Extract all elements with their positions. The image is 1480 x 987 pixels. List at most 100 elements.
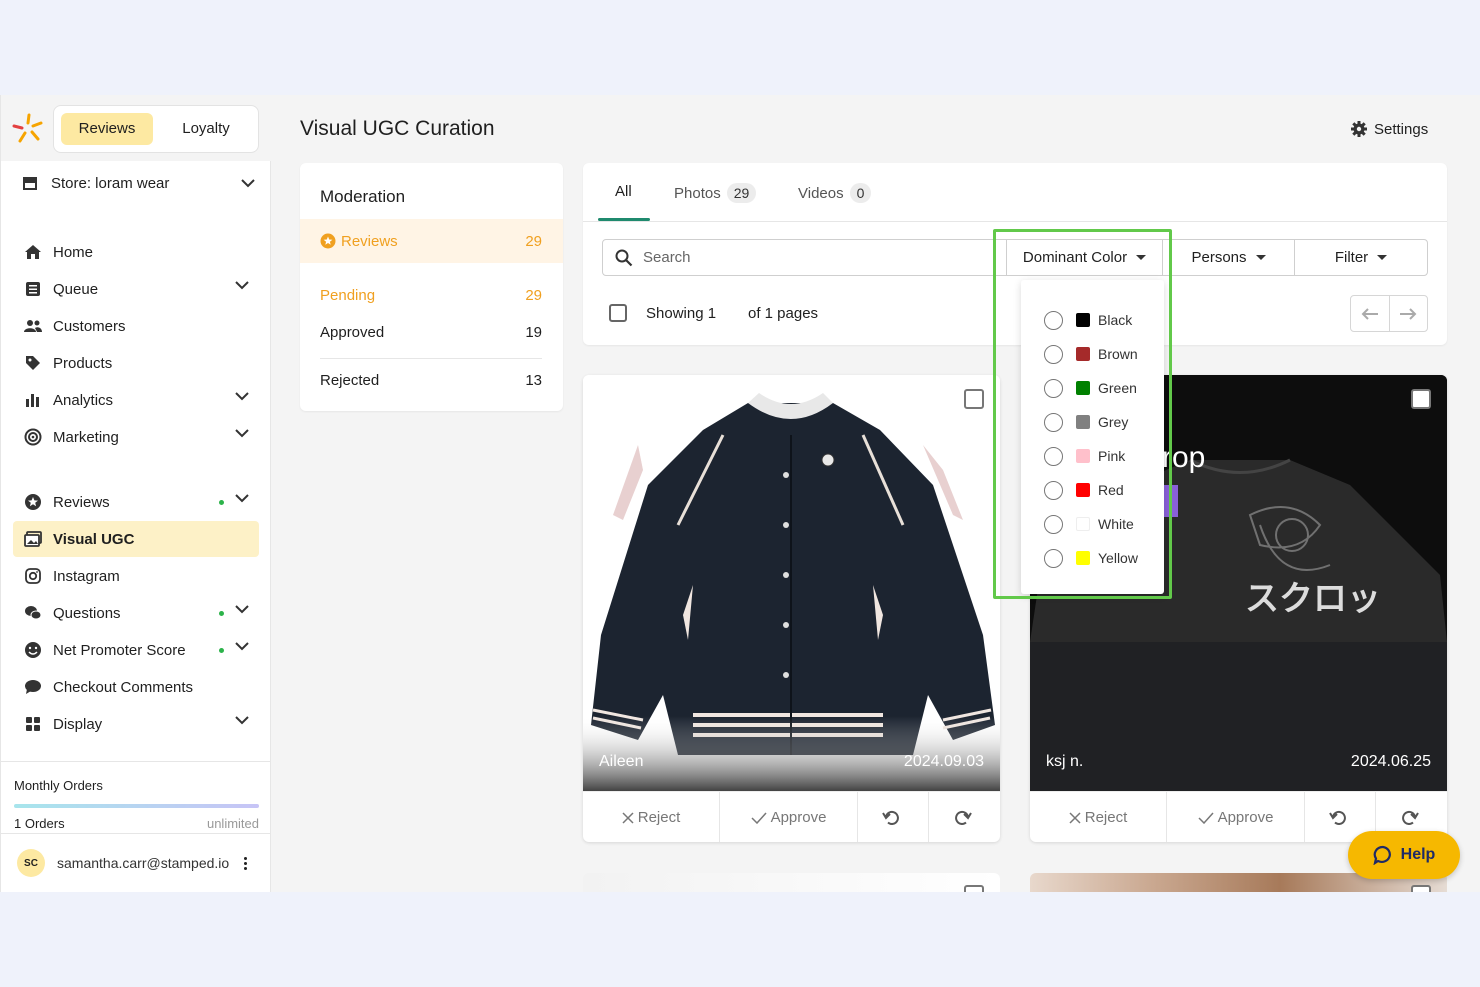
status-dot (219, 611, 224, 616)
redo-button[interactable] (929, 792, 1000, 842)
help-label: Help (1400, 846, 1436, 863)
color-swatch (1076, 381, 1090, 395)
radio-button[interactable] (1044, 344, 1063, 364)
card-select-checkbox[interactable] (964, 885, 984, 892)
color-option-green[interactable]: Green (1021, 373, 1164, 403)
radio-button[interactable] (1044, 514, 1063, 534)
user-account: SC samantha.carr@stamped.io (1, 833, 271, 892)
chevron-down-icon[interactable] (235, 281, 249, 290)
chevron-down-icon[interactable] (235, 605, 249, 614)
reject-button[interactable]: Reject (1030, 792, 1167, 842)
orders-limit: unlimited (206, 816, 259, 831)
sidebar-item-reviews[interactable]: Reviews (13, 484, 259, 520)
close-icon (622, 811, 634, 824)
chevron-down-icon[interactable] (235, 429, 249, 438)
tab-all-label: All (615, 183, 632, 200)
approve-button[interactable]: Approve (720, 792, 858, 842)
avatar[interactable]: SC (17, 849, 45, 877)
color-swatch (1076, 551, 1090, 565)
store-selector[interactable]: Store: loram wear (21, 169, 255, 197)
rejected-count: 13 (525, 371, 542, 389)
chevron-down-icon[interactable] (235, 392, 249, 401)
ugc-photo-jacket[interactable]: Aileen 2024.09.03 (583, 375, 1000, 791)
product-switcher: Reviews Loyalty (53, 105, 259, 153)
dominant-color-menu: Black Brown Green Grey Pink Red White Ye… (1021, 280, 1164, 594)
settings-button[interactable]: Settings (1350, 120, 1428, 138)
moderation-reviews[interactable]: Reviews 29 (300, 219, 563, 263)
dominant-color-dropdown[interactable]: Dominant Color (1006, 239, 1163, 276)
approve-label: Approve (770, 809, 827, 826)
chevron-down-icon (241, 178, 255, 188)
sidebar-item-products[interactable]: Products (13, 345, 259, 381)
approve-button[interactable]: Approve (1167, 792, 1305, 842)
sidebar-item-customers[interactable]: Customers (13, 308, 259, 344)
sidebar-item-home[interactable]: Home (13, 234, 259, 270)
arrow-right-icon[interactable] (1390, 296, 1428, 331)
comment-icon (23, 677, 43, 697)
sidebar-item-questions[interactable]: Questions (13, 595, 259, 631)
color-option-brown[interactable]: Brown (1021, 339, 1164, 369)
help-button[interactable]: Help (1348, 831, 1460, 879)
home-icon (23, 242, 43, 262)
status-dot (219, 500, 224, 505)
sidebar-item-instagram[interactable]: Instagram (13, 558, 259, 594)
store-label: Store: loram wear (51, 174, 170, 192)
card-select-checkbox[interactable] (1411, 885, 1431, 892)
radio-button[interactable] (1044, 446, 1063, 466)
card-select-checkbox[interactable] (1411, 389, 1431, 409)
sidebar-item-queue[interactable]: Queue (13, 271, 259, 307)
sidebar-item-analytics[interactable]: Analytics (13, 382, 259, 418)
radio-button[interactable] (1044, 480, 1063, 500)
moderation-approved[interactable]: Approved 19 (300, 312, 563, 352)
switch-reviews-button[interactable]: Reviews (61, 113, 153, 145)
gallery-icon (23, 529, 43, 549)
radio-button[interactable] (1044, 310, 1063, 330)
radio-button[interactable] (1044, 412, 1063, 432)
persons-dropdown[interactable]: Persons (1162, 239, 1295, 276)
chevron-down-icon[interactable] (235, 716, 249, 725)
orders-title: Monthly Orders (14, 778, 103, 793)
color-option-white[interactable]: White (1021, 509, 1164, 539)
select-all-checkbox[interactable] (609, 304, 627, 322)
color-option-red[interactable]: Red (1021, 475, 1164, 505)
tab-all[interactable]: All (615, 183, 632, 200)
stamped-logo-icon[interactable] (11, 111, 47, 147)
chevron-down-icon[interactable] (235, 494, 249, 503)
moderation-rejected[interactable]: Rejected 13 (300, 360, 563, 400)
radio-button[interactable] (1044, 378, 1063, 398)
rotate-left-icon (1329, 810, 1346, 825)
reject-button[interactable]: Reject (583, 792, 720, 842)
pagination (1350, 295, 1428, 332)
tab-videos[interactable]: Videos 0 (798, 183, 872, 203)
sidebar-item-nps[interactable]: Net Promoter Score (13, 632, 259, 668)
sidebar-item-label: Products (53, 354, 113, 372)
sidebar-item-checkout-comments[interactable]: Checkout Comments (13, 669, 259, 705)
sidebar-item-label: Analytics (53, 391, 114, 409)
media-tabs: All Photos 29 Videos 0 (583, 163, 1447, 222)
card-select-checkbox[interactable] (964, 389, 984, 409)
sidebar-item-marketing[interactable]: Marketing (13, 419, 259, 455)
ugc-card-partial[interactable] (583, 873, 1000, 892)
card-date: 2024.06.25 (1350, 753, 1431, 770)
filter-dropdown[interactable]: Filter (1294, 239, 1428, 276)
ugc-card[interactable]: Aileen 2024.09.03 Reject Approve (583, 375, 1000, 842)
moderation-pending[interactable]: Pending 29 (300, 275, 563, 315)
color-option-pink[interactable]: Pink (1021, 441, 1164, 471)
more-vertical-icon[interactable] (237, 852, 253, 874)
chevron-down-icon[interactable] (235, 642, 249, 651)
search-input[interactable]: Search (602, 239, 1012, 276)
undo-button[interactable] (858, 792, 929, 842)
showing-label: Showing 1 (646, 305, 717, 322)
pending-count: 29 (525, 286, 542, 304)
tab-photos[interactable]: Photos 29 (674, 183, 757, 203)
color-option-black[interactable]: Black (1021, 305, 1164, 335)
questions-icon (23, 603, 43, 623)
sidebar-item-visual-ugc[interactable]: Visual UGC (13, 521, 259, 557)
moderation-panel: Moderation Reviews 29 Pending 29 Approve… (300, 163, 563, 411)
color-option-yellow[interactable]: Yellow (1021, 543, 1164, 573)
arrow-left-icon[interactable] (1351, 296, 1390, 331)
color-option-grey[interactable]: Grey (1021, 407, 1164, 437)
switch-loyalty-button[interactable]: Loyalty (160, 113, 252, 145)
sidebar-item-display[interactable]: Display (13, 706, 259, 742)
radio-button[interactable] (1044, 548, 1063, 568)
